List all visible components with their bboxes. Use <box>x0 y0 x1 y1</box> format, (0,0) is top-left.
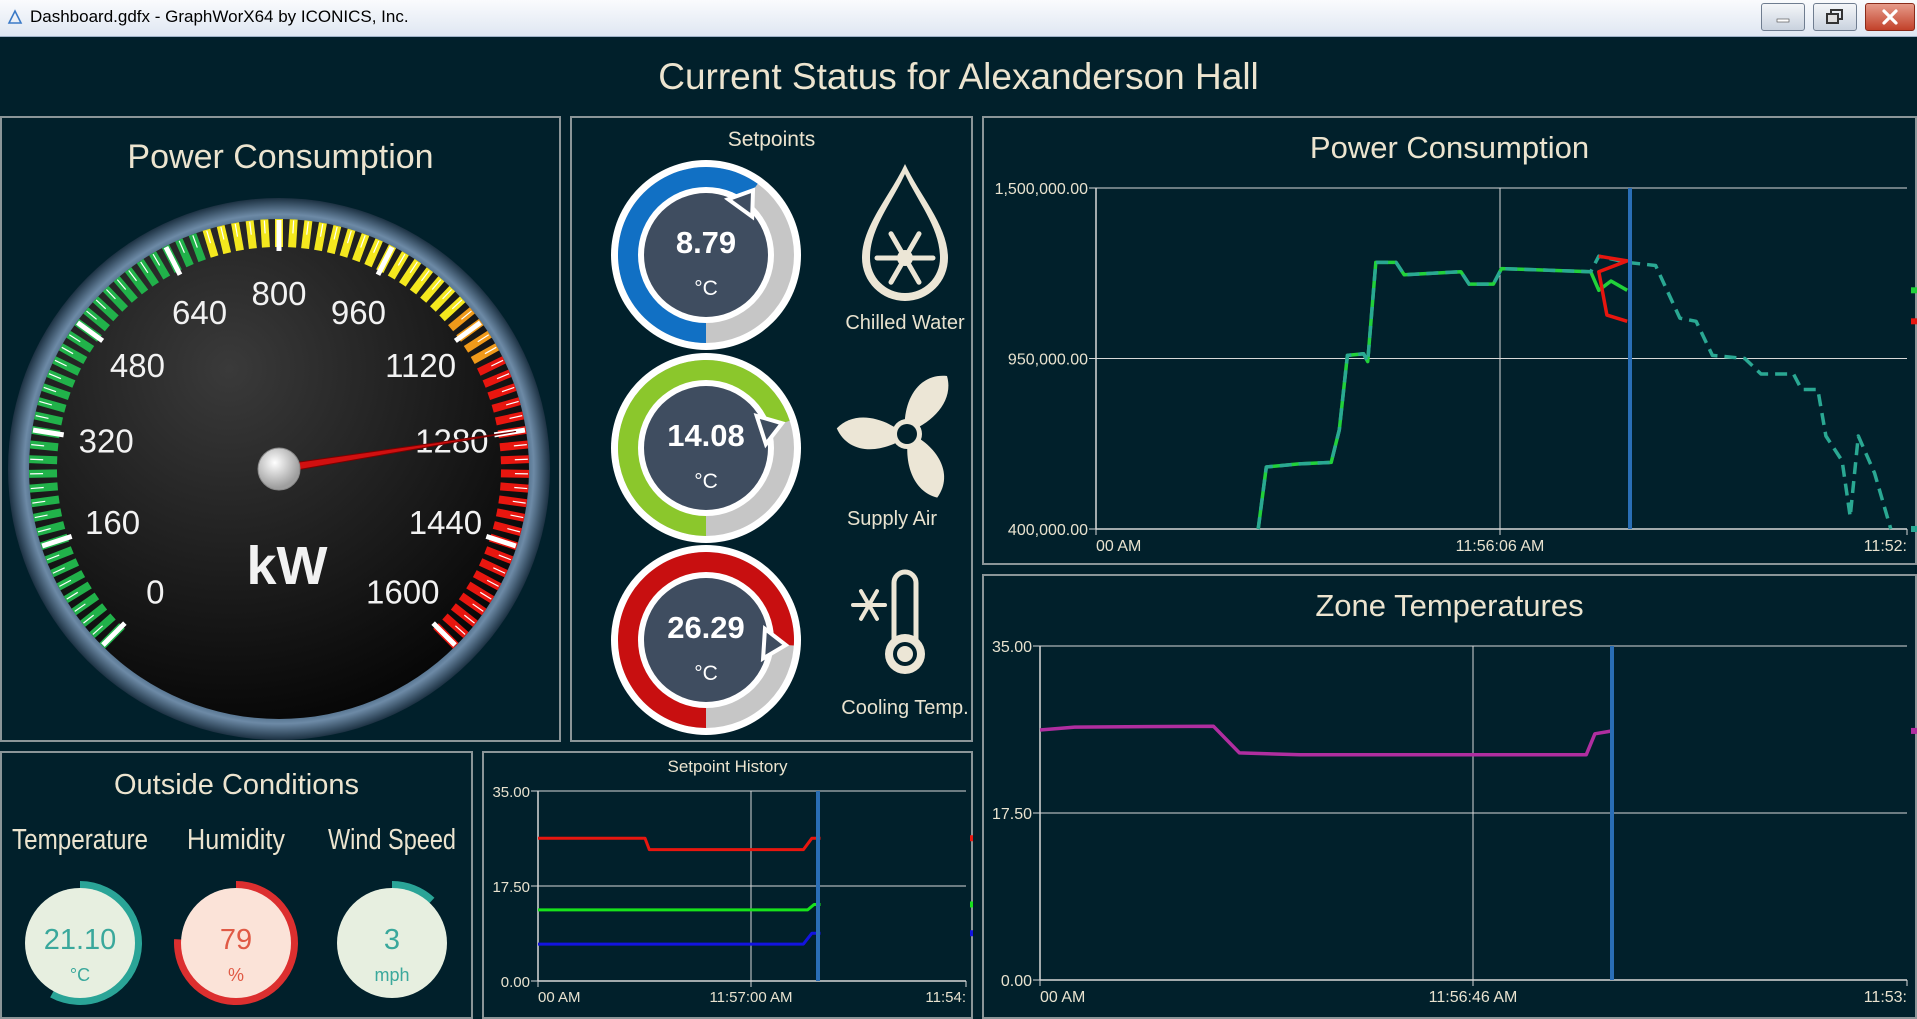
restore-button[interactable] <box>1813 3 1857 31</box>
gauge-scale-label: 320 <box>79 423 134 460</box>
chart-x-tick-label: 00 AM <box>1040 989 1085 1006</box>
setpoint-unit: °C <box>694 470 718 493</box>
setpoint-label: Chilled Water <box>845 312 965 334</box>
setpoint-label: Supply Air <box>847 508 937 530</box>
setpoint-gauges: 8.79 °C Chilled Water 14.08 °C Supply Air 26.2… <box>611 160 969 735</box>
outside-value: 79 <box>220 924 252 956</box>
outside-gauge-3: Wind Speed 3 mph <box>328 824 456 998</box>
gauge-scale-label: 800 <box>251 275 306 312</box>
chart-series-end-marker <box>1911 727 1917 734</box>
chart-x-tick-label: 11:56:06 AM <box>1456 538 1545 555</box>
setpoint-history-chart: 35.00 17.50 0.00 00 AM 11:57:00 AM 11:54: <box>492 784 973 1006</box>
window-titlebar: Dashboard.gdfx - GraphWorX64 by ICONICS,… <box>0 0 1917 37</box>
outside-gauge-2: Humidity 79% <box>174 824 298 1005</box>
outside-unit: % <box>228 965 244 985</box>
chart-series-end-marker <box>970 901 973 908</box>
thermometer-snowflake-icon <box>851 569 925 674</box>
dashboard-title: Current Status for Alexanderson Hall <box>658 56 1259 97</box>
fan-icon <box>836 375 949 498</box>
setpoint-gauge-2: 14.08 °C Supply Air <box>611 353 937 543</box>
close-button[interactable] <box>1865 3 1915 31</box>
chart-x-tick-label: 00 AM <box>1096 538 1141 555</box>
chart-series-end-marker <box>1911 287 1917 294</box>
outside-unit: mph <box>374 965 409 985</box>
close-icon <box>1882 9 1898 25</box>
chart-y-tick-label: 950,000.00 <box>1008 352 1088 369</box>
chart-x-tick-label: 11:56:46 AM <box>1429 989 1518 1006</box>
chart-series-end-marker <box>1911 526 1917 532</box>
chart-series-end-marker <box>1911 318 1917 325</box>
chart-y-tick-label: 17.50 <box>492 879 530 896</box>
outside-unit: °C <box>70 965 90 985</box>
gauge-minor-tick <box>30 458 44 461</box>
chart-x-tick-label: 11:57:00 AM <box>709 989 792 1006</box>
zone-line-chart: 35.00 17.50 0.00 00 AM 11:56:46 AM 11:53: <box>992 639 1917 1006</box>
gauge-scale-label: 480 <box>110 347 165 384</box>
outside-label: Temperature <box>12 824 148 856</box>
outside-gauge-1: Temperature 21.10 °C <box>12 824 148 1005</box>
chart-y-tick-label: 1,500,000.00 <box>995 181 1089 198</box>
chart-series-line-2 <box>538 903 821 912</box>
gauge-minor-tick <box>514 458 528 461</box>
chart-series-line-1 <box>1256 260 1629 530</box>
power-gauge: 01603204806408009601120128014401600 kW <box>8 198 550 740</box>
setpoint-label: Cooling Temp. <box>841 697 968 719</box>
gauge-hub <box>257 447 301 491</box>
gauge-scale-label: 1120 <box>385 347 456 384</box>
chart-series-line-3 <box>538 931 821 946</box>
chart-x-tick-label: 11:53: <box>1864 989 1907 1006</box>
power-line-chart: 1,500,000.00 950,000.00 400,000.00 00 AM 11:… <box>995 181 1917 555</box>
gauge-scale-label: 0 <box>146 574 164 611</box>
chart-x-tick-label: 11:54: <box>925 989 966 1006</box>
setpoint-unit: °C <box>694 277 718 300</box>
minimize-icon <box>1776 18 1790 23</box>
restore-icon <box>1826 9 1843 24</box>
chart-y-tick-label: 35.00 <box>992 639 1032 656</box>
chart-series-end-marker <box>970 930 973 937</box>
gauge-minor-tick <box>292 220 295 234</box>
window-title: Dashboard.gdfx - GraphWorX64 by ICONICS,… <box>30 7 409 26</box>
gauge-unit: kW <box>247 536 328 596</box>
outside-value: 21.10 <box>44 924 117 956</box>
outside-label: Wind Speed <box>328 824 456 856</box>
setpoint-value: 14.08 <box>667 418 745 453</box>
chart-y-tick-label: 17.50 <box>992 806 1032 823</box>
chart-series-line-2 <box>1256 254 1893 530</box>
setpoint-unit: °C <box>694 662 718 685</box>
gauge-scale-label: 1600 <box>366 574 439 611</box>
chart-y-tick-label: 0.00 <box>1001 973 1032 990</box>
outside-conditions-panel: Outside Conditions Temperature 21.10 °C Hum… <box>0 751 473 1019</box>
power-gauge-panel: Power Consumption 0 160 320 480 640 800 960 112… <box>0 116 561 742</box>
setpoint-value: 26.29 <box>667 610 745 645</box>
chart-x-tick-label: 00 AM <box>538 989 581 1006</box>
outside-label: Humidity <box>187 824 285 856</box>
setpoints-panel: Setpoints 8.79 °C Chilled Water 14.08 °C Supp… <box>570 116 973 742</box>
chart-series-end-marker <box>970 835 973 842</box>
gauge-minor-tick <box>263 220 266 234</box>
gauge-scale-label: 160 <box>85 504 140 541</box>
chart-y-tick-label: 0.00 <box>501 974 530 991</box>
chart-x-tick-label: 11:52: <box>1864 538 1907 555</box>
chart-y-tick-label: 400,000.00 <box>1008 522 1088 539</box>
outside-value: 3 <box>384 924 400 956</box>
gauge-scale-label: 640 <box>172 294 227 331</box>
gauge-scale-label: 960 <box>331 294 386 331</box>
chart-series-line-1 <box>1039 724 1613 757</box>
water-drop-snowflake-icon <box>862 164 948 301</box>
outside-gauges: Temperature 21.10 °C Humidity 79% Wind Speed 3… <box>12 824 456 1005</box>
gauge-scale-label: 1440 <box>409 504 482 541</box>
setpoint-value: 8.79 <box>676 225 736 260</box>
app-icon <box>7 9 23 24</box>
chart-series-line-1 <box>538 836 821 852</box>
chart-y-tick-label: 35.00 <box>492 784 530 801</box>
minimize-button[interactable] <box>1761 3 1805 31</box>
